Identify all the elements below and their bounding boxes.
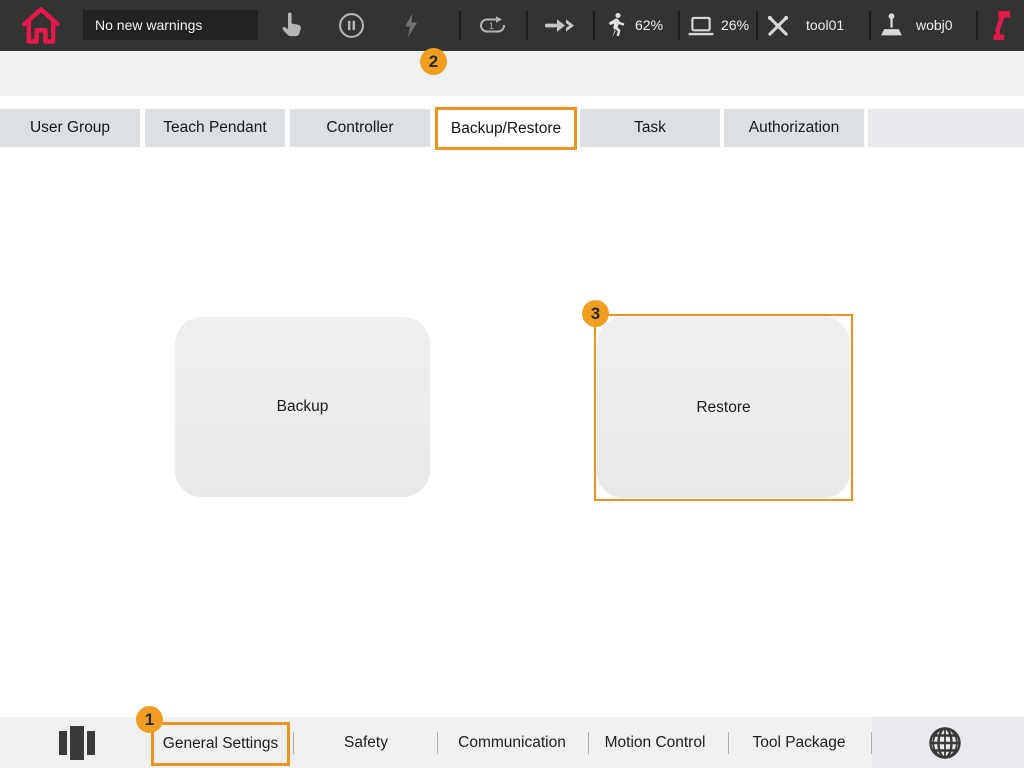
speed-indicator[interactable] (604, 11, 628, 39)
step-forward-button[interactable] (544, 17, 578, 34)
power-button[interactable] (403, 12, 419, 39)
divider (459, 11, 461, 40)
step-forward-icon (544, 17, 578, 34)
joystick-icon (878, 11, 905, 39)
tab-user-group[interactable]: User Group (0, 109, 140, 147)
divider (678, 11, 680, 40)
warning-status-box[interactable]: No new warnings (83, 10, 258, 40)
annotation-badge-2: 2 (420, 48, 447, 75)
system-load-indicator[interactable] (687, 15, 715, 37)
workobject-selector[interactable] (878, 11, 905, 39)
tab-backup-restore[interactable]: Backup/Restore (435, 107, 577, 150)
home-icon (20, 5, 62, 45)
laptop-icon (687, 15, 715, 37)
tool-selector[interactable] (765, 13, 791, 39)
nav-communication[interactable]: Communication (458, 717, 566, 768)
divider (588, 732, 589, 754)
annotation-badge-3: 3 (582, 300, 609, 327)
teach-pendant-screen: No new warnings (0, 0, 1024, 768)
restore-highlight-box: Restore (594, 314, 853, 501)
robot-panel-button[interactable] (990, 9, 1012, 41)
language-section (872, 717, 1024, 768)
divider (976, 11, 978, 40)
panels-menu-button[interactable] (59, 726, 95, 760)
divider (728, 732, 729, 754)
divider (526, 11, 528, 40)
loop-once-button[interactable]: 1 (477, 15, 509, 37)
divider (593, 11, 595, 40)
tab-authorization[interactable]: Authorization (724, 109, 864, 147)
nav-motion-control[interactable]: Motion Control (605, 717, 706, 768)
panels-menu-icon (59, 726, 95, 760)
divider (437, 732, 438, 754)
divider (293, 732, 294, 754)
nav-safety[interactable]: Safety (344, 717, 388, 768)
divider (756, 11, 758, 40)
lightning-icon (403, 12, 419, 39)
pause-icon (338, 12, 365, 39)
hand-icon (280, 11, 304, 39)
hand-guide-button[interactable] (280, 11, 304, 39)
loop-once-icon: 1 (477, 15, 509, 37)
system-load-value: 26% (721, 0, 749, 51)
annotation-badge-1: 1 (136, 706, 163, 733)
tab-bar: User Group Teach Pendant Controller Back… (0, 51, 1024, 96)
divider (869, 11, 871, 40)
globe-icon (927, 725, 963, 761)
home-button[interactable] (20, 5, 62, 45)
tab-teach-pendant[interactable]: Teach Pendant (145, 109, 285, 147)
tab-controller[interactable]: Controller (290, 109, 430, 147)
workobject-value[interactable]: wobj0 (916, 0, 953, 51)
robot-arm-icon (990, 9, 1012, 41)
nav-general-settings[interactable]: General Settings (151, 722, 290, 766)
nav-tool-package[interactable]: Tool Package (752, 717, 845, 768)
loop-count-label: 1 (489, 21, 494, 31)
language-button[interactable] (927, 725, 963, 761)
top-status-bar: No new warnings (0, 0, 1024, 51)
pause-button[interactable] (338, 12, 365, 39)
speed-value: 62% (635, 0, 663, 51)
tools-icon (765, 13, 791, 39)
tool-value[interactable]: tool01 (806, 0, 844, 51)
backup-button[interactable]: Backup (175, 317, 430, 497)
tab-task[interactable]: Task (580, 109, 720, 147)
runner-icon (604, 11, 628, 39)
tab-bar-filler (868, 109, 1024, 147)
restore-button[interactable]: Restore (597, 317, 850, 498)
